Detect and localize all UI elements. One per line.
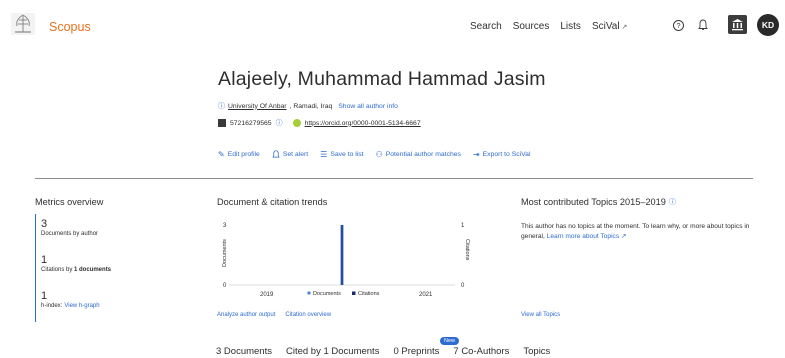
citations-label-docs: 1 documents [74, 267, 112, 273]
legend-documents-label: Documents [313, 291, 341, 297]
save-to-list-label: Save to list [330, 151, 364, 158]
legend-documents-swatch [307, 291, 311, 295]
documents-count: 3 [41, 218, 48, 230]
save-to-list-button[interactable]: ☰ Save to list [320, 150, 363, 159]
view-all-topics-link[interactable]: View all Topics [521, 312, 560, 318]
topics-heading-label: Most contributed Topics 2015–2019 [521, 197, 666, 207]
trend-chart: 3 0 1 0 Documents Citations 2019 2021 Do… [222, 223, 470, 298]
section-divider [35, 178, 753, 179]
export-to-scival-button[interactable]: ⇥ Export to SciVal [473, 150, 531, 159]
tab-preprints[interactable]: 0 Preprints [393, 346, 439, 357]
affiliation-location: , Ramadi, Iraq [289, 102, 333, 110]
citation-overview-link[interactable]: Citation overview [285, 312, 331, 318]
scopus-brand-link[interactable]: Scopus [49, 20, 91, 34]
nav-lists-link[interactable]: Lists [560, 21, 581, 32]
user-avatar[interactable]: KD [757, 14, 779, 36]
results-tabs: 3 Documents Cited by 1 Documents 0 Prepr… [216, 346, 550, 357]
orcid-link[interactable]: https://orcid.org/0000-0001-5134-6667 [305, 120, 421, 127]
list-icon: ☰ [320, 150, 328, 159]
bell-icon [272, 150, 280, 158]
metrics-panel: 3 Documents by author 1 Citations by 1 d… [35, 214, 205, 322]
citations-bar-2020 [341, 225, 343, 285]
scopus-author-id: 57216279565 [230, 119, 272, 127]
hindex-label-row: h-index: View h-graph [41, 303, 100, 309]
bell-icon[interactable] [698, 19, 708, 31]
affiliation-link[interactable]: University Of Anbar [228, 103, 287, 110]
citations-count: 1 [41, 254, 48, 266]
x-tick-2019: 2019 [260, 292, 274, 298]
scopus-id-icon [218, 119, 226, 127]
export-scival-label: Export to SciVal [482, 151, 531, 158]
tab-cited-by[interactable]: Cited by 1 Documents [286, 346, 379, 357]
nav-scival-link[interactable]: SciVal ↗ [592, 21, 627, 32]
y-left-tick-min: 0 [223, 283, 227, 289]
tab-topics[interactable]: Topics [523, 346, 550, 357]
topics-empty-message: This author has no topics at the moment.… [521, 222, 751, 242]
hindex-value: 1 [41, 290, 48, 302]
nav-scival-label: SciVal [591, 21, 620, 32]
citations-label-prefix: Citations by [41, 267, 75, 273]
show-all-author-info-link[interactable]: Show all author info [338, 103, 398, 110]
trends-heading: Document & citation trends [217, 197, 328, 207]
topics-heading: Most contributed Topics 2015–2019 ⓘ [521, 197, 676, 207]
documents-label: Documents by author [41, 231, 99, 237]
nav-search-link[interactable]: Search [470, 21, 502, 32]
documents-metric: 3 Documents by author [41, 218, 98, 237]
potential-author-matches-button[interactable]: ⚇ Potential author matches [376, 150, 461, 159]
y-right-axis-label: Citations [464, 239, 470, 261]
author-match-icon: ⚇ [375, 150, 383, 159]
edit-profile-button[interactable]: ✎ Edit profile [218, 150, 260, 159]
author-name-heading: Alajeely, Muhammad Hammad Jasim [218, 68, 546, 90]
set-alert-button[interactable]: Set alert [272, 150, 308, 159]
y-left-axis-label: Documents [222, 239, 228, 267]
institution-icon[interactable] [728, 15, 747, 34]
hindex-metric: 1 h-index: View h-graph [41, 290, 100, 309]
metrics-overview-heading: Metrics overview [35, 197, 104, 207]
set-alert-label: Set alert [282, 151, 309, 158]
hindex-label: h-index: [41, 303, 63, 309]
info-circle-icon: ⓘ [218, 103, 225, 110]
edit-profile-label: Edit profile [227, 151, 260, 158]
trend-links: Analyze author output Citation overview [217, 312, 331, 318]
elsevier-logo-icon[interactable] [10, 12, 36, 36]
top-navigation: Scopus Search Sources Lists SciVal ↗ ? K… [0, 0, 785, 52]
y-left-tick-max: 3 [223, 223, 227, 229]
info-circle-icon[interactable]: ⓘ [669, 197, 676, 207]
pencil-icon: ✎ [218, 150, 225, 159]
identifiers-row: 57216279565 ⓘ https://orcid.org/0000-000… [218, 118, 421, 128]
legend-citations-label: Citations [358, 291, 380, 297]
legend-citations-swatch [352, 291, 356, 295]
help-icon[interactable]: ? [673, 20, 684, 31]
affiliation-row: ⓘ University Of Anbar, Ramadi, Iraq Show… [218, 101, 398, 111]
external-link-icon: ↗ [621, 23, 628, 31]
export-icon: ⇥ [472, 150, 480, 159]
analyze-author-output-link[interactable]: Analyze author output [217, 312, 275, 318]
nav-sources-link[interactable]: Sources [513, 21, 550, 32]
y-right-tick-min: 0 [461, 283, 465, 289]
potential-matches-label: Potential author matches [385, 151, 461, 158]
orcid-icon [292, 119, 301, 127]
info-circle-icon[interactable]: ⓘ [276, 118, 283, 128]
y-right-tick-max: 1 [461, 223, 465, 229]
author-actions-bar: ✎ Edit profile Set alert ☰ Save to list … [218, 150, 530, 159]
view-h-graph-link[interactable]: View h-graph [64, 303, 99, 309]
x-tick-2021: 2021 [419, 292, 433, 298]
main-nav-links: Search Sources Lists SciVal ↗ [470, 21, 627, 32]
tab-documents[interactable]: 3 Documents [216, 346, 272, 357]
citations-metric: 1 Citations by 1 documents [41, 254, 111, 273]
tab-co-authors[interactable]: 7 Co-Authors [453, 346, 509, 357]
new-badge: New [440, 337, 460, 345]
learn-more-topics-link[interactable]: Learn more about Topics ↗ [547, 233, 627, 240]
citations-label: Citations by 1 documents [41, 267, 111, 273]
